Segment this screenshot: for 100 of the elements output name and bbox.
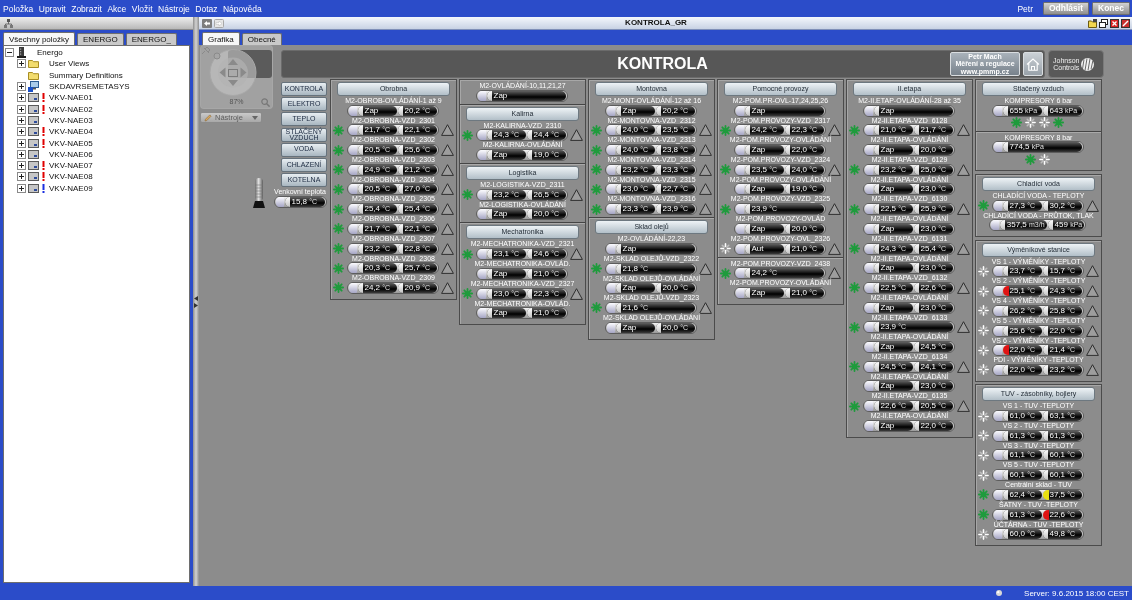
readout: Zap [873,184,913,195]
expand-icon[interactable] [17,59,26,69]
readout: Zap [615,105,655,116]
collapse-icon[interactable] [5,48,14,58]
knob-icon [735,287,744,298]
tree-item[interactable]: Energo [37,48,63,58]
knob-icon [477,288,486,299]
windows-icon[interactable] [1099,18,1108,28]
folder-icon [28,59,39,69]
device-icon [28,183,39,193]
readout: Zap [744,184,784,195]
tree-item[interactable]: User Views [49,59,90,69]
device-icon [28,127,39,137]
knob-icon [735,125,744,136]
knob-icon [735,268,744,279]
tab[interactable]: Grafika [202,32,240,45]
folder-icon [28,70,39,80]
tree-item[interactable]: VKV-NAE03 [49,115,93,125]
tree-item[interactable]: VKV-NAE09 [49,183,93,193]
slash-icon[interactable] [1121,18,1130,28]
pan-dial[interactable] [209,49,257,96]
expand-icon[interactable] [17,127,26,137]
expand-icon[interactable] [17,104,26,114]
menu-item[interactable]: Akce [107,3,127,14]
menu-item[interactable]: Dotaz [195,3,218,14]
knob-icon [348,105,357,116]
hierarchy-icon[interactable] [4,18,13,28]
tab[interactable]: ENERGO_ [125,33,177,45]
tab[interactable]: Všechny položky [3,32,76,45]
tree-item[interactable]: SKDAVRSEMETASYS [49,82,130,92]
knob-icon [477,130,486,141]
tree-item[interactable]: VKV-NAE02 [49,104,93,114]
knob-icon [477,209,486,220]
expand-icon[interactable] [17,172,26,182]
knob-icon [864,105,873,116]
device-icon [28,138,39,148]
menu-item[interactable]: Nástroje [158,3,190,14]
caret-icon [252,115,258,120]
device-icon [28,93,39,103]
readout: Zap [873,420,913,431]
tree-item[interactable]: VKV-NAE05 [49,138,93,148]
close-icon[interactable] [1110,18,1119,28]
knob-icon [606,302,615,313]
readout: Zap [615,322,655,333]
expand-icon[interactable] [17,93,26,103]
readout: Zap [744,223,784,234]
tab[interactable]: Obecné [241,33,282,45]
device-icon [28,172,39,182]
knob-icon [735,204,744,215]
knob-icon [735,164,744,175]
knob-icon [864,381,873,392]
tree-item[interactable]: VKV-NAE01 [49,93,93,103]
tree-item[interactable]: VKV-NAE08 [49,172,93,182]
back-icon[interactable] [202,18,212,28]
home-button[interactable] [1023,52,1043,76]
knob-icon [348,125,357,136]
knob-icon [993,450,1002,461]
tree-item[interactable]: Summary Definitions [49,70,123,80]
tree-item[interactable]: VKV-NAE04 [49,127,93,137]
readout: Zap [486,268,526,279]
pencil-icon [204,113,212,122]
expand-icon[interactable] [17,161,26,171]
expand-icon[interactable] [17,138,26,148]
menu-item[interactable]: Vložit [131,3,153,14]
knob-icon [993,470,1002,481]
knob-icon [348,164,357,175]
slider-handle-icon[interactable] [213,52,221,60]
tab[interactable]: ENERGO [77,33,124,45]
knob-icon [864,145,873,156]
knob-icon [864,401,873,411]
readout: Zap [357,105,397,116]
knob-icon [348,145,357,156]
folder-icon[interactable] [1088,18,1097,28]
menu-item[interactable]: Nápověda [223,3,262,14]
tree-item[interactable]: VKV-NAE07 [49,161,93,171]
logo-icon [1081,57,1095,71]
knob-icon [864,302,873,313]
splitter-arrows-icon[interactable] [194,295,198,308]
knob-icon [993,325,1002,336]
readout: Zap [873,381,913,392]
knob-icon [864,164,873,175]
tree-item[interactable]: VKV-NAE06 [49,149,93,159]
knob-icon [477,189,486,200]
device-icon [28,115,39,125]
readout: Zap [873,223,913,234]
pan-control[interactable] [201,46,272,96]
menu-item[interactable]: Upravit [38,3,66,14]
expand-icon[interactable] [17,115,26,125]
readout: Zap [873,341,913,352]
readout: Zap [744,287,784,298]
knob-icon [993,200,1002,211]
knob-icon [993,305,1002,316]
device-icon [28,104,39,114]
menu-item[interactable]: Položka [3,3,34,14]
expand-icon[interactable] [17,149,26,159]
knob-icon [864,341,873,352]
expand-icon[interactable] [17,82,26,92]
menu-item[interactable]: Zobrazit [71,3,102,14]
readout: Zap [873,105,953,116]
expand-icon[interactable] [17,183,26,193]
